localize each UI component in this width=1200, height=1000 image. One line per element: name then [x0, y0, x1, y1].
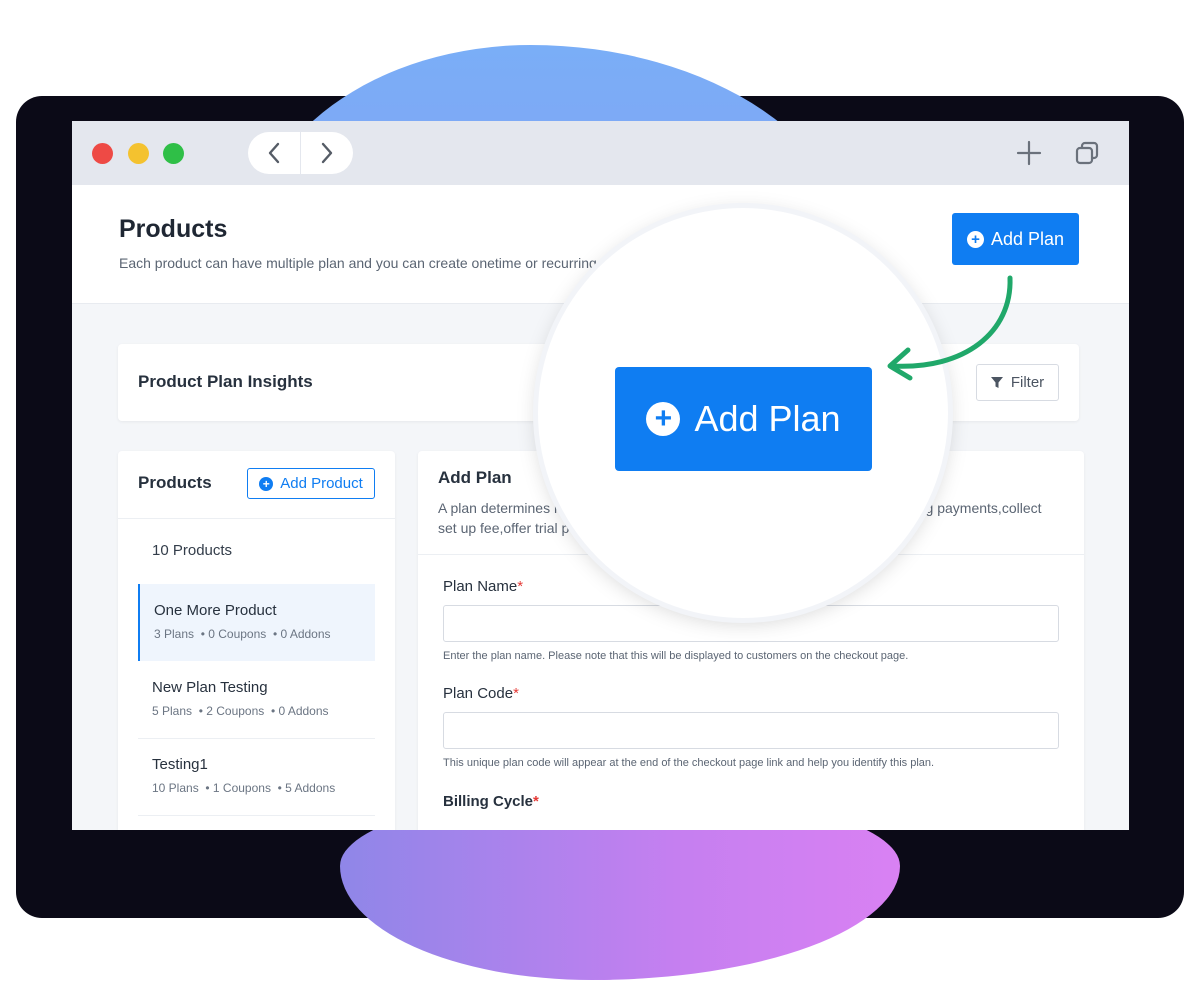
coupons-count: • 0 Coupons [200, 627, 267, 641]
label-text: Plan Code [443, 685, 514, 702]
add-product-label: Add Product [280, 475, 363, 492]
product-name: One More Product [154, 602, 277, 619]
plan-code-label: Plan Code* [443, 685, 519, 702]
billing-cycle-label: Billing Cycle* [443, 793, 539, 810]
coupons-count: • 2 Coupons [198, 704, 265, 718]
back-button[interactable] [248, 132, 300, 174]
form-title: Add Plan [438, 468, 512, 487]
products-panel-title: Products [138, 473, 212, 492]
label-text: Plan Name [443, 578, 518, 595]
minimize-window-button[interactable] [128, 143, 149, 164]
close-window-button[interactable] [92, 143, 113, 164]
nav-buttons [248, 132, 353, 174]
plan-code-help: This unique plan code will appear at the… [443, 757, 935, 769]
chevron-left-icon [268, 142, 280, 164]
addons-count: • 0 Addons [270, 704, 329, 718]
add-product-button[interactable]: + Add Product [247, 468, 375, 499]
required-mark: * [513, 685, 519, 702]
divider [118, 518, 395, 519]
product-meta: 5 Plans • 2 Coupons • 0 Addons [152, 704, 329, 718]
plans-count: 5 Plans [152, 704, 193, 718]
product-name: Testing1 [152, 756, 208, 773]
product-meta: 10 Plans • 1 Coupons • 5 Addons [152, 781, 335, 795]
forward-button[interactable] [301, 132, 353, 174]
plus-circle-icon: + [259, 476, 274, 491]
description-left: A plan determines ho [438, 500, 570, 516]
maximize-window-button[interactable] [163, 143, 184, 164]
product-name: New Plan Testing [152, 679, 268, 696]
add-plan-button-zoomed[interactable]: + Add Plan [615, 367, 872, 471]
window-titlebar [72, 121, 1129, 185]
plans-count: 10 Plans [152, 781, 199, 795]
insights-title: Product Plan Insights [138, 372, 313, 391]
copy-button[interactable] [1073, 139, 1101, 167]
new-tab-button[interactable] [1015, 139, 1043, 167]
addons-count: • 0 Addons [272, 627, 331, 641]
page-title: Products [119, 215, 228, 243]
description-second-line: set up fee,offer trial pe [438, 520, 578, 536]
product-meta: 3 Plans • 0 Coupons • 0 Addons [154, 627, 331, 641]
copy-icon [1075, 141, 1099, 165]
plan-code-input[interactable] [443, 712, 1059, 749]
product-item[interactable]: New Plan Testing 5 Plans • 2 Coupons • 0… [138, 661, 375, 738]
plus-circle-icon: + [646, 402, 681, 436]
add-plan-label: Add Plan [990, 228, 1065, 249]
products-count: 10 Products [152, 542, 233, 559]
required-mark: * [517, 578, 524, 595]
product-item[interactable]: One More Product 3 Plans • 0 Coupons • 0… [138, 584, 375, 661]
product-item[interactable]: Testing1 10 Plans • 1 Coupons • 5 Addons [138, 738, 375, 815]
label-text: Billing Cycle [443, 793, 534, 810]
add-plan-zoomed-label: Add Plan [694, 398, 841, 439]
add-plan-button[interactable]: + Add Plan [952, 213, 1079, 265]
divider [138, 815, 375, 816]
curved-arrow-icon [887, 275, 1013, 381]
products-panel: Products + Add Product 10 Products One M… [118, 451, 395, 830]
chevron-right-icon [321, 142, 333, 164]
plan-name-help: Enter the plan name. Please note that th… [443, 650, 909, 662]
plus-circle-icon: + [966, 230, 984, 248]
description-right: ring payments,collect [910, 500, 1042, 516]
coupons-count: • 1 Coupons [205, 781, 271, 795]
required-mark: * [533, 793, 539, 810]
plus-icon [1016, 140, 1042, 166]
plan-name-label: Plan Name* [443, 578, 523, 595]
plans-count: 3 Plans [154, 627, 195, 641]
addons-count: • 5 Addons [277, 781, 336, 795]
page-subtitle: Each product can have multiple plan and … [119, 255, 609, 271]
